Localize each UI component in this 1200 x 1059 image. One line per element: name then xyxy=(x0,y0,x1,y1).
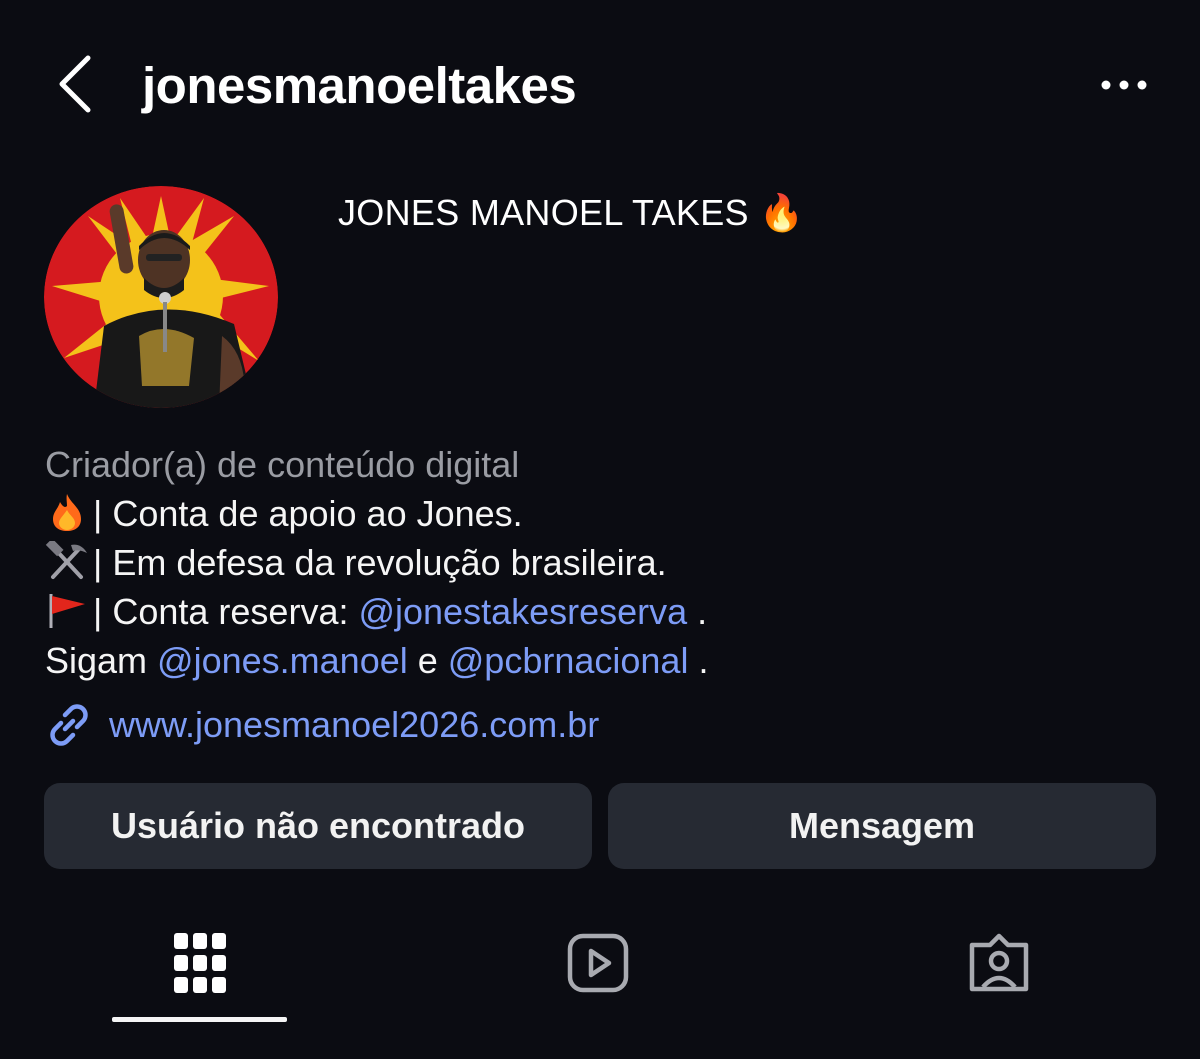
bio-text: | Conta reserva: xyxy=(93,591,359,632)
profile-bio: Criador(a) de conteúdo digital | Conta d… xyxy=(45,440,1155,685)
website-link[interactable]: www.jonesmanoel2026.com.br xyxy=(45,700,599,750)
profile-category: Criador(a) de conteúdo digital xyxy=(45,444,520,485)
tab-tagged[interactable] xyxy=(911,925,1086,1020)
fire-icon xyxy=(53,494,81,531)
active-tab-indicator xyxy=(112,1017,287,1022)
mention-link-jones[interactable]: @jones.manoel xyxy=(157,640,408,681)
hammer-and-pick-icon xyxy=(45,541,87,579)
bio-line: | Conta de apoio ao Jones. xyxy=(45,489,1155,538)
tagged-icon xyxy=(969,933,1028,992)
mention-link-pcb[interactable]: @pcbrnacional xyxy=(448,640,689,681)
back-button[interactable] xyxy=(52,52,102,116)
mention-link-reserve[interactable]: @jonestakesreserva xyxy=(358,591,687,632)
bio-line: | Conta reserva: @jonestakesreserva . xyxy=(45,587,1155,636)
profile-display-name: JONES MANOEL TAKES 🔥 xyxy=(338,192,805,233)
more-options-button[interactable] xyxy=(1098,70,1150,100)
message-button[interactable]: Mensagem xyxy=(608,783,1156,869)
website-url: www.jonesmanoel2026.com.br xyxy=(109,704,600,745)
bio-text: e xyxy=(407,640,448,681)
chevron-left-icon xyxy=(59,55,91,113)
bio-text: Sigam xyxy=(45,640,158,681)
bio-line: | Em defesa da revolução brasileira. xyxy=(45,538,1155,587)
profile-header: jonesmanoeltakes xyxy=(0,0,1200,175)
link-icon xyxy=(50,704,88,746)
grid-icon xyxy=(173,933,226,993)
bio-line: Sigam @jones.manoel e @pcbrnacional . xyxy=(45,636,1155,685)
header-username: jonesmanoeltakes xyxy=(142,57,577,114)
user-not-found-button[interactable]: Usuário não encontrado xyxy=(44,783,592,869)
tab-reels[interactable] xyxy=(510,925,685,1020)
profile-avatar[interactable] xyxy=(44,186,278,408)
bio-text: | Em defesa da revolução brasileira. xyxy=(93,542,667,583)
bio-text: | Conta de apoio ao Jones. xyxy=(93,493,523,534)
more-dots-icon xyxy=(1101,80,1147,90)
bio-text: . xyxy=(688,640,709,681)
bio-text: . xyxy=(687,591,708,632)
tab-posts-grid[interactable] xyxy=(112,925,287,1020)
profile-page: jonesmanoeltakes JONES MANOEL TAKES 🔥 Cr… xyxy=(0,0,1200,1059)
reels-icon xyxy=(567,933,628,993)
red-flag-icon xyxy=(49,594,85,628)
